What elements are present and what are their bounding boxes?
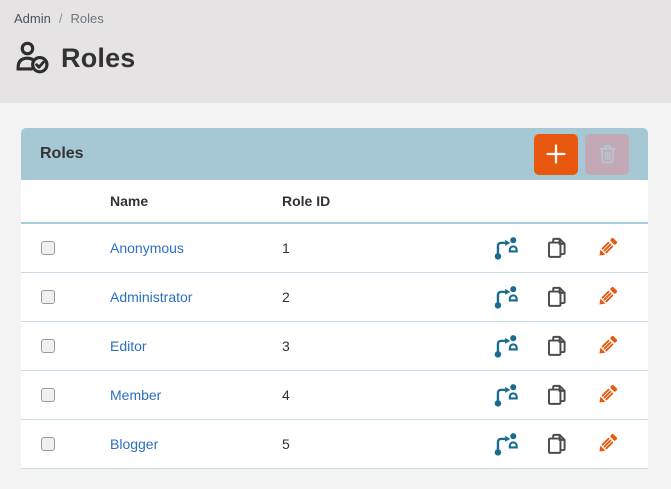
role-name-link[interactable]: Blogger [110,436,158,452]
role-id-value: 2 [282,289,432,305]
row-select-checkbox[interactable] [41,241,55,255]
role-id-value: 4 [282,387,432,403]
role-id-value: 5 [282,436,432,452]
assign-users-icon[interactable] [493,235,520,262]
page-title: Roles [61,43,136,74]
edit-pencil-icon[interactable] [594,431,620,457]
row-select-checkbox[interactable] [41,437,55,451]
edit-pencil-icon[interactable] [594,235,620,261]
copy-role-icon[interactable] [544,235,570,261]
copy-role-icon[interactable] [544,333,570,359]
assign-users-icon[interactable] [493,284,520,311]
role-id-column-header: Role ID [282,193,432,209]
panel-title: Roles [40,145,534,163]
trash-icon [595,142,620,167]
role-id-value: 1 [282,240,432,256]
copy-role-icon[interactable] [544,284,570,310]
page-header: Admin / Roles Roles [0,0,671,103]
breadcrumb-admin-link[interactable]: Admin [14,11,51,26]
table-row: Editor 3 [21,322,648,371]
row-select-checkbox[interactable] [41,339,55,353]
edit-pencil-icon[interactable] [594,333,620,359]
role-id-value: 3 [282,338,432,354]
table-row: Blogger 5 [21,420,648,469]
table-row: Administrator 2 [21,273,648,322]
breadcrumb-separator: / [59,11,63,26]
table-row: Anonymous 1 [21,224,648,273]
breadcrumb: Admin / Roles [14,11,657,26]
role-name-link[interactable]: Anonymous [110,240,184,256]
row-select-checkbox[interactable] [41,290,55,304]
user-check-icon [14,39,52,77]
panel-header: Roles [21,128,648,180]
copy-role-icon[interactable] [544,382,570,408]
breadcrumb-current: Roles [70,11,103,26]
table-row: Member 4 [21,371,648,420]
role-name-link[interactable]: Administrator [110,289,192,305]
plus-icon [543,141,569,167]
role-name-link[interactable]: Member [110,387,161,403]
role-name-link[interactable]: Editor [110,338,147,354]
delete-selected-button [585,134,629,175]
table-header-row: Name Role ID [21,180,648,224]
add-role-button[interactable] [534,134,578,175]
copy-role-icon[interactable] [544,431,570,457]
assign-users-icon[interactable] [493,382,520,409]
name-column-header: Name [110,193,282,209]
edit-pencil-icon[interactable] [594,284,620,310]
edit-pencil-icon[interactable] [594,382,620,408]
row-select-checkbox[interactable] [41,388,55,402]
roles-panel: Roles [21,128,648,469]
assign-users-icon[interactable] [493,431,520,458]
assign-users-icon[interactable] [493,333,520,360]
